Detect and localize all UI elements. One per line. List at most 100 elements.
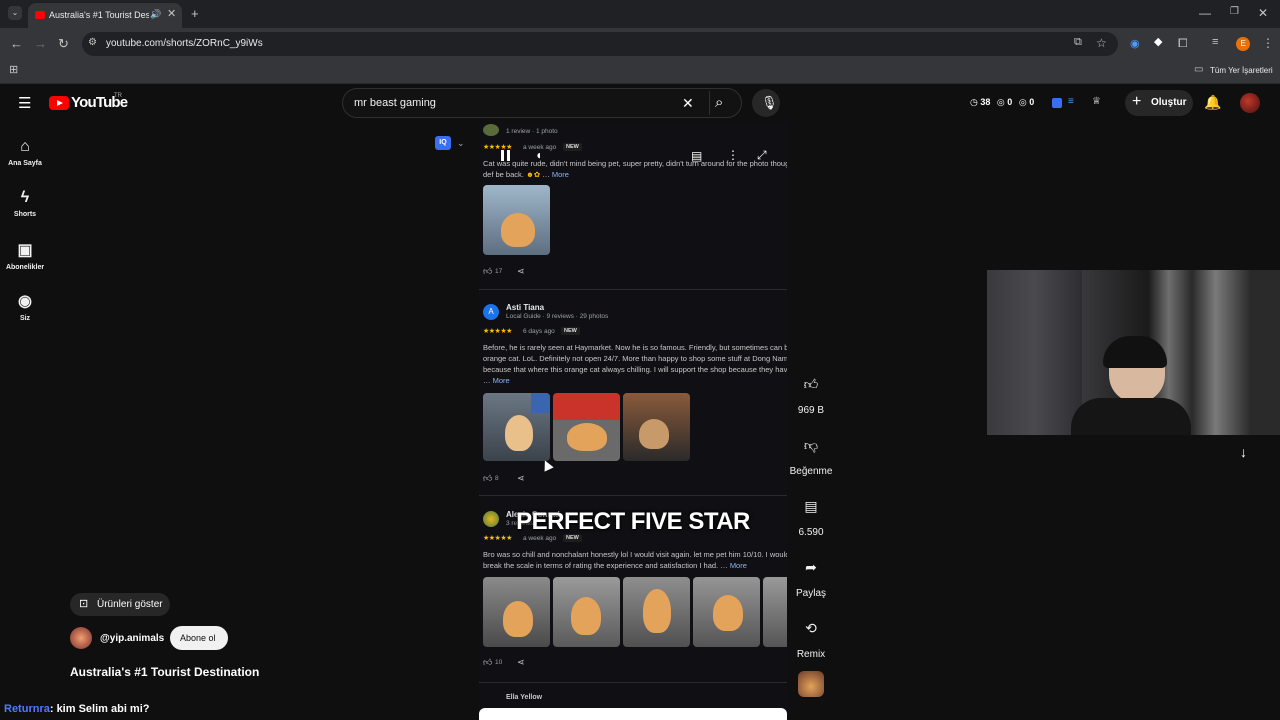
reading-list-icon[interactable]: ≡	[1212, 37, 1218, 48]
review-photo[interactable]	[623, 577, 690, 647]
share-button[interactable]: ➦ Paylaş	[786, 552, 836, 600]
url-field[interactable]: ⚙ youtube.com/shorts/ZORnC_y9iWs ⧉ ☆	[82, 32, 1118, 56]
divider	[479, 682, 787, 683]
next-short-arrow-icon[interactable]: ↓	[1240, 444, 1247, 460]
review-photo[interactable]	[483, 185, 550, 255]
review-photo[interactable]	[693, 577, 760, 647]
like-button[interactable]: 👍︎ 969 B	[786, 369, 836, 417]
review-line: break the scale in terms of rating the e…	[483, 561, 719, 570]
review-line: Bro was so chill and nonchalant honestly…	[483, 550, 787, 559]
extension-trophy-icon[interactable]: ♕	[1092, 96, 1101, 107]
star-rating: ★★★★★	[483, 328, 512, 335]
sidebar-item-you[interactable]: ◉ Siz	[0, 291, 50, 322]
reload-icon[interactable]: ↻	[58, 37, 69, 50]
review-text-2: def be back. ☻✿ … More	[483, 170, 569, 179]
cast-icon[interactable]: ⧉	[1074, 37, 1082, 48]
cat-figure	[713, 595, 743, 631]
share-icon[interactable]: ⋖	[517, 474, 525, 483]
extension-iq-icon[interactable]	[1052, 98, 1062, 108]
helpful-count: 10	[495, 659, 503, 666]
forward-icon[interactable]: →	[34, 37, 47, 50]
shorts-icon: ϟ	[20, 189, 30, 206]
thumbs-up-icon[interactable]: 👍︎	[483, 267, 492, 276]
review-photo[interactable]	[553, 393, 620, 461]
review-age: a week ago	[523, 535, 557, 542]
address-toolbar: ← → ↻ ⚙ youtube.com/shorts/ZORnC_y9iWs ⧉…	[0, 28, 1280, 60]
search-input[interactable]: mr beast gaming	[354, 97, 436, 109]
site-info-icon[interactable]: ⚙	[88, 38, 97, 48]
channel-name[interactable]: @yip.animals	[100, 633, 164, 644]
counter-2: 0	[1007, 97, 1013, 107]
cat-figure	[567, 423, 607, 451]
review-photo[interactable]	[553, 577, 620, 647]
clear-search-icon[interactable]: ✕	[682, 95, 694, 112]
bookmark-star-icon[interactable]: ☆	[1096, 37, 1107, 49]
new-tab-icon[interactable]: +	[191, 7, 199, 20]
extension-diamond-icon[interactable]: ◆	[1154, 37, 1162, 48]
review-photo[interactable]	[483, 577, 550, 647]
cat-figure	[505, 415, 533, 451]
share-icon[interactable]: ⋖	[517, 658, 525, 667]
extension-audio-icon[interactable]: ◉	[1130, 37, 1140, 50]
dislike-label: Beğenme	[789, 466, 833, 477]
hamburger-menu-icon[interactable]: ☰	[18, 94, 31, 112]
sound-thumbnail[interactable]	[798, 671, 824, 697]
notifications-bell-icon[interactable]: 🔔	[1204, 94, 1221, 111]
thumbs-up-icon[interactable]: 👍︎	[483, 474, 492, 483]
voice-search-button[interactable]: 🎙	[752, 89, 780, 117]
reviewer-avatar	[483, 124, 499, 136]
search-icon[interactable]: ⌕	[715, 94, 723, 111]
iq-extension-button[interactable]: IQ	[435, 136, 451, 150]
streamer-body	[1071, 398, 1191, 435]
extensions-icon[interactable]: ⧠	[1178, 37, 1188, 49]
short-video-player[interactable]: 1 review · 1 photo ★★★★★ a week ago NEW …	[479, 122, 787, 720]
reviewer-name[interactable]: Ella Yellow	[506, 694, 542, 701]
divider	[479, 495, 787, 496]
dislike-button[interactable]: 👎︎ Beğenme	[786, 430, 836, 478]
more-link[interactable]: More	[552, 170, 569, 179]
plus-icon: +	[1132, 93, 1142, 110]
eye-off-icon: ◎	[1018, 97, 1027, 107]
create-button[interactable]: + Oluştur	[1125, 90, 1193, 116]
sidebar-item-home[interactable]: ⌂ Ana Sayfa	[0, 138, 50, 167]
show-products-button[interactable]: ⊡ Ürünleri göster	[70, 593, 170, 616]
all-bookmarks-link[interactable]: Tüm Yer İşaretleri	[1210, 66, 1273, 75]
subscribe-button[interactable]: Abone ol	[170, 626, 228, 650]
share-icon[interactable]: ⋖	[517, 267, 525, 276]
speaker-icon[interactable]: 🔊	[150, 10, 161, 19]
back-icon[interactable]: ←	[10, 37, 23, 50]
chevron-down-icon[interactable]: ⌄	[457, 138, 465, 149]
close-tab-icon[interactable]: ✕	[167, 9, 176, 20]
helpful-count: 8	[495, 475, 499, 482]
minimize-icon[interactable]: —	[1199, 7, 1211, 19]
review-photo[interactable]	[623, 393, 690, 461]
remix-button[interactable]: ⟲ Remix	[786, 613, 836, 661]
browser-tab[interactable]: Australia's #1 Tourist Destin 🔊 ✕	[28, 3, 182, 28]
channel-avatar[interactable]	[70, 627, 92, 649]
webcam-overlay	[987, 270, 1280, 435]
apps-grid-icon[interactable]: ⊞	[9, 65, 18, 76]
close-window-icon[interactable]: ✕	[1258, 7, 1268, 19]
account-avatar[interactable]	[1240, 93, 1260, 113]
more-link[interactable]: More	[493, 376, 510, 385]
youtube-logo-icon[interactable]	[49, 96, 69, 110]
extension-list-icon[interactable]: ≡	[1068, 96, 1074, 107]
more-link[interactable]: More	[730, 561, 747, 570]
thumbs-up-icon[interactable]: 👍︎	[483, 658, 492, 667]
browser-menu-icon[interactable]: ⋮	[1262, 37, 1274, 49]
profile-avatar[interactable]: E	[1236, 37, 1250, 51]
subscribe-label: Abone ol	[180, 633, 216, 643]
remix-icon: ⟲	[805, 619, 817, 636]
share-arrow-icon: ➦	[805, 558, 817, 575]
clock-icon: ◷	[970, 97, 978, 107]
maximize-icon[interactable]: ❐	[1230, 7, 1239, 17]
sidebar-item-shorts[interactable]: ϟ Shorts	[0, 189, 50, 218]
sidebar-item-subscriptions[interactable]: ▣ Abonelikler	[0, 240, 50, 271]
folder-icon: ▭	[1194, 64, 1204, 75]
review-photo[interactable]	[483, 393, 550, 461]
browser-tab-bar: ⌄ Australia's #1 Tourist Destin 🔊 ✕ + — …	[0, 0, 1280, 28]
comments-button[interactable]: ▤ 6.590	[786, 491, 836, 539]
review-photo[interactable]	[763, 577, 787, 647]
reviewer-name[interactable]: Asti Tiana	[506, 303, 544, 312]
tab-list-icon[interactable]: ⌄	[8, 6, 22, 20]
